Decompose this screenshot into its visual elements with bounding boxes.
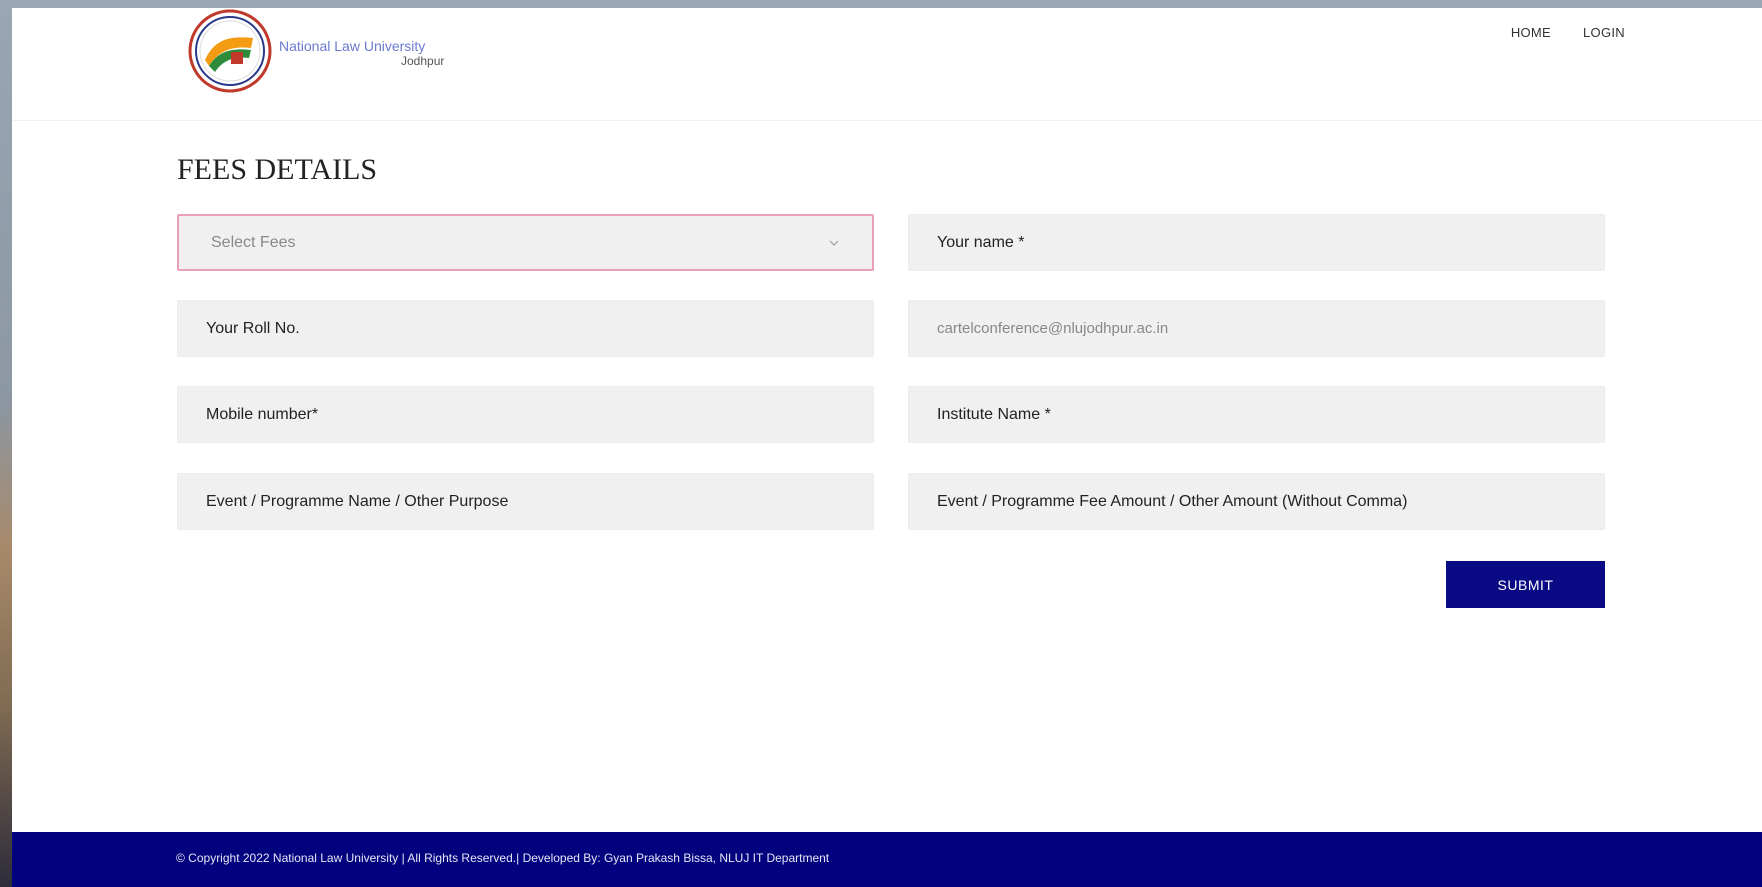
email-input[interactable]: [908, 300, 1605, 357]
mobile-number-input[interactable]: [177, 386, 874, 443]
your-name-input[interactable]: [908, 214, 1605, 271]
nav-home-link[interactable]: HOME: [1511, 25, 1551, 40]
footer-copyright: © Copyright 2022 National Law University…: [176, 851, 830, 865]
logo-subtitle: Jodhpur: [401, 54, 445, 68]
university-emblem-icon: [188, 9, 272, 93]
nav-login-link[interactable]: LOGIN: [1583, 25, 1625, 40]
event-amount-input[interactable]: [908, 473, 1605, 530]
logo-text: National Law University Jodhpur: [279, 38, 444, 68]
page-title: FEES DETAILS: [177, 153, 378, 186]
logo-title: National Law University: [279, 38, 426, 54]
select-fees-value: Select Fees: [211, 233, 296, 251]
logo[interactable]: National Law University Jodhpur: [187, 8, 444, 94]
header: National Law University Jodhpur HOME LOG…: [12, 8, 1762, 121]
footer: © Copyright 2022 National Law University…: [12, 832, 1762, 887]
event-name-input[interactable]: [177, 473, 874, 530]
top-nav: HOME LOGIN: [1511, 25, 1625, 40]
roll-no-input[interactable]: [177, 300, 874, 357]
background-strip: [0, 0, 12, 887]
submit-button[interactable]: SUBMIT: [1446, 561, 1605, 608]
select-fees-dropdown[interactable]: Select Fees: [177, 214, 874, 271]
institute-name-input[interactable]: [908, 386, 1605, 443]
chevron-down-icon: [829, 240, 839, 246]
page: National Law University Jodhpur HOME LOG…: [12, 8, 1762, 887]
